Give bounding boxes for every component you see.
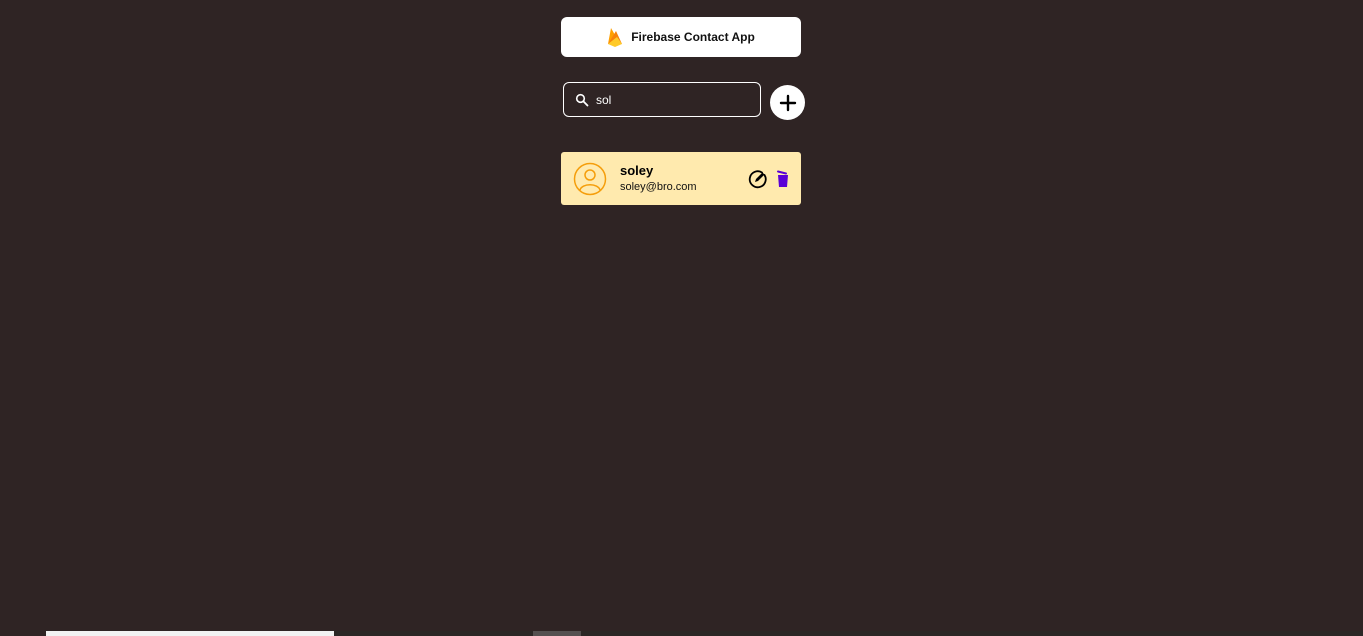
app-title: Firebase Contact App (631, 30, 755, 44)
app-header: Firebase Contact App (561, 17, 801, 57)
contact-card: soley soley@bro.com (561, 152, 801, 205)
search-box[interactable] (563, 82, 761, 117)
firebase-flame-icon (607, 26, 623, 48)
user-circle-icon (573, 162, 607, 196)
app-page: Firebase Contact App soley soley@bro.com (0, 0, 1363, 636)
search-input[interactable] (596, 92, 756, 107)
taskbar-strip (334, 631, 1363, 636)
edit-icon[interactable] (748, 169, 768, 189)
contact-name: soley (620, 162, 654, 178)
taskbar-item[interactable] (533, 631, 581, 636)
plus-icon (779, 94, 796, 111)
search-icon (575, 93, 589, 107)
contact-info: soley soley@bro.com (620, 163, 748, 195)
contact-email: soley@bro.com (620, 180, 697, 193)
taskbar-window-thumbnail[interactable] (46, 631, 334, 636)
trash-icon[interactable] (775, 170, 791, 188)
add-contact-button[interactable] (770, 85, 805, 120)
